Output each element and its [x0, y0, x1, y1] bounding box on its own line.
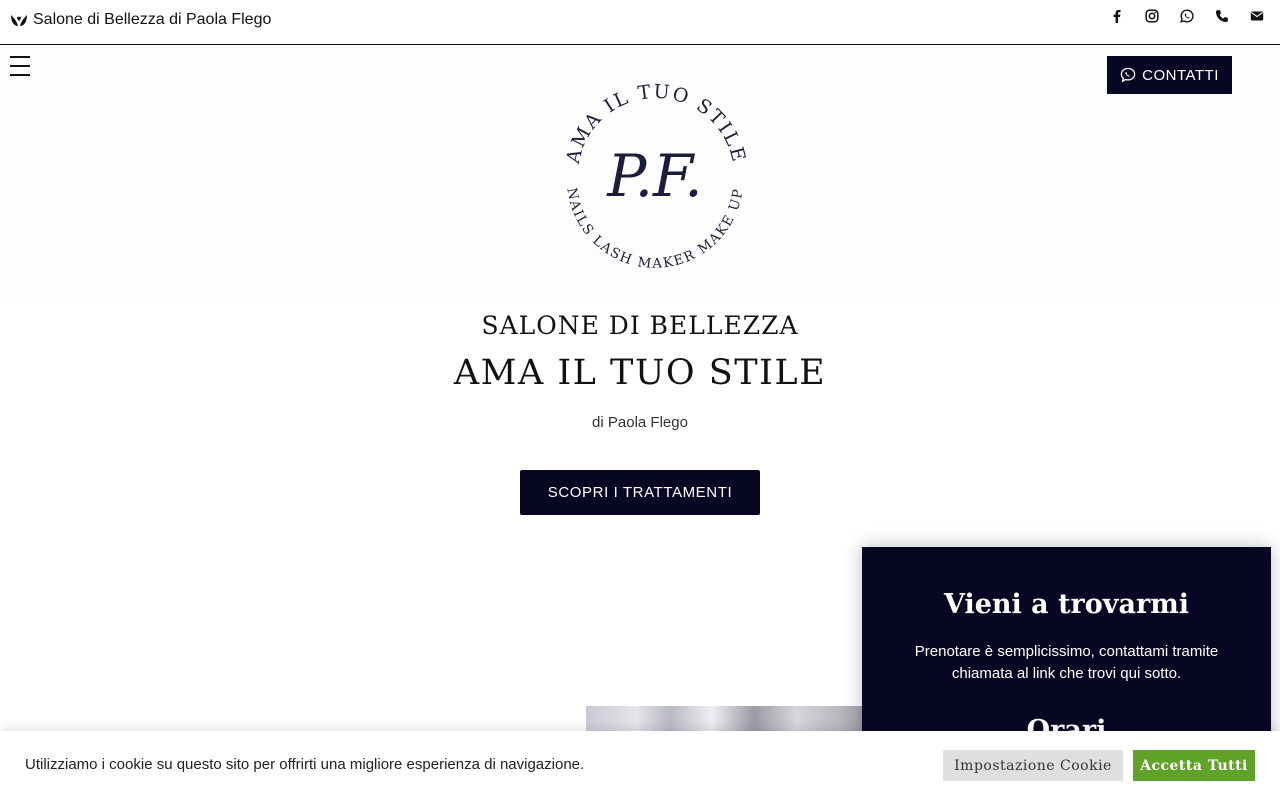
top-bar: Salone di Bellezza di Paola Flego: [0, 0, 1280, 45]
cookie-accept-button[interactable]: Accetta Tutti: [1133, 750, 1255, 781]
whatsapp-icon[interactable]: [1180, 8, 1194, 24]
contact-label: CONTATTI: [1142, 66, 1219, 84]
hero-title-large: AMA IL TUO STILE: [453, 353, 827, 393]
instagram-icon[interactable]: [1145, 8, 1159, 24]
cookie-message: Utilizziamo i cookie su questo sito per …: [25, 756, 585, 773]
logo-seal[interactable]: AMA IL TUO STILE NAILS LASH MAKER MAKE U…: [540, 58, 770, 288]
hero-subtitle: di Paola Flego: [592, 414, 688, 431]
social-links: [1110, 8, 1264, 24]
cookie-banner: Utilizziamo i cookie su questo sito per …: [0, 731, 1280, 800]
envelope-icon[interactable]: [1250, 8, 1264, 24]
visit-panel-title: Vieni a trovarmi: [943, 589, 1190, 620]
contact-button[interactable]: CONTATTI: [1107, 56, 1232, 94]
logo-monogram: P.F.: [606, 142, 702, 210]
phone-icon[interactable]: [1215, 8, 1229, 24]
hamburger-menu-icon[interactable]: [10, 56, 30, 76]
visit-panel-text: Prenotare è semplicissimo, contattami tr…: [914, 643, 1219, 682]
brand-label: Salone di Bellezza di Paola Flego: [33, 11, 272, 28]
discover-treatments-button[interactable]: SCOPRI I TRATTAMENTI: [520, 470, 760, 515]
chat-bubble-icon: [1120, 67, 1136, 83]
hands-heart-icon: [11, 15, 27, 26]
hero-title-small: SALONE DI BELLEZZA: [481, 311, 799, 340]
brand[interactable]: Salone di Bellezza di Paola Flego: [10, 11, 271, 29]
cookie-settings-button[interactable]: Impostazione Cookie: [943, 750, 1123, 781]
facebook-icon[interactable]: [1110, 8, 1124, 24]
visit-panel: Vieni a trovarmi Prenotare è semplicissi…: [862, 547, 1271, 747]
